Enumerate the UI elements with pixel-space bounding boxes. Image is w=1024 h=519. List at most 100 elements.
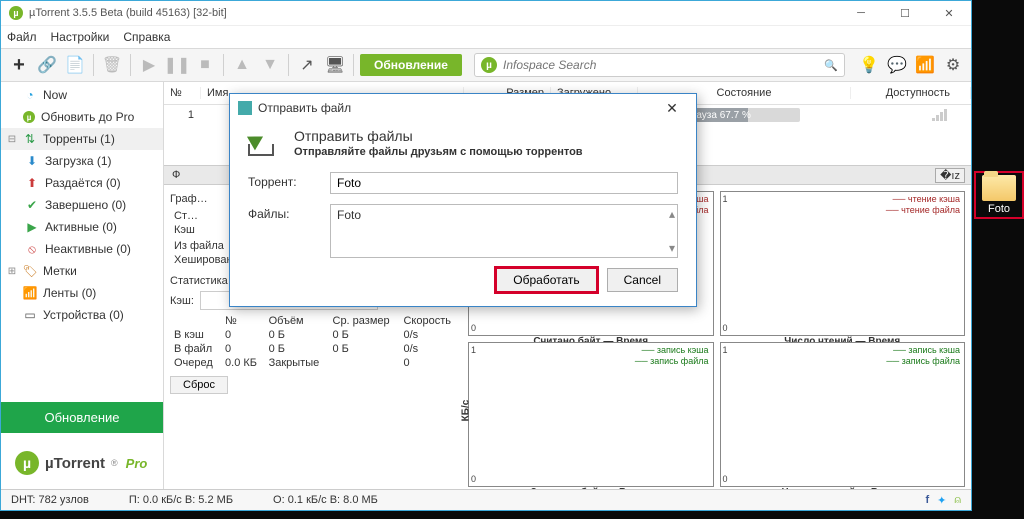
scroll-down-icon[interactable]: ▾ (669, 241, 675, 255)
chat-icon: 💬 (887, 55, 907, 75)
reset-button[interactable]: Сброс (170, 376, 228, 394)
android-icon[interactable]: ⍝ (954, 494, 961, 507)
sidebar-item-upgrade[interactable]: µОбновить до Pro (1, 106, 163, 128)
dialog-heading: Отправить файлы (294, 128, 583, 144)
sidebar-item-now[interactable]: ◔Now (1, 84, 163, 106)
torrent-label: Торрент: (248, 172, 330, 189)
status-upload: О: 0.1 кБ/с В: 8.0 МБ (273, 494, 378, 506)
new-torrent-button[interactable]: 📄 (63, 53, 87, 77)
trash-icon: 🗑 (102, 55, 122, 75)
remove-button[interactable]: 🗑 (100, 53, 124, 77)
dialog-app-icon (238, 101, 252, 115)
tag-icon: 🏷 (23, 264, 37, 278)
tab-dropdown-button[interactable]: �ız (935, 168, 965, 183)
status-dht: DHT: 782 узлов (11, 494, 89, 506)
chart-write-count: 10 ── запись кэша── запись файла Число з… (720, 342, 966, 487)
sidebar-item-feeds[interactable]: 📶Ленты (0) (1, 282, 163, 304)
device-icon: ▭ (23, 308, 37, 322)
pro-icon: µ (23, 111, 35, 123)
start-button[interactable]: ▶ (137, 53, 161, 77)
status-bar: DHT: 782 узлов П: 0.0 кБ/с В: 5.2 МБ О: … (1, 489, 971, 510)
col-num[interactable]: № (164, 87, 201, 99)
sidebar: ◔Now µОбновить до Pro ⊟⇅Торренты (1) ⬇За… (1, 82, 164, 493)
search-input[interactable] (497, 58, 824, 72)
app-window: µ µTorrent 3.5.5 Beta (build 45163) [32-… (0, 0, 972, 511)
download-icon: ⬇ (25, 154, 39, 168)
signal-icon: 📶 (915, 55, 935, 75)
titlebar: µ µTorrent 3.5.5 Beta (build 45163) [32-… (1, 1, 971, 26)
app-icon: µ (9, 6, 23, 20)
search-provider-icon: µ (481, 57, 497, 73)
menubar: Файл Настройки Справка (1, 26, 971, 48)
status-download: П: 0.0 кБ/с В: 5.2 МБ (129, 494, 233, 506)
pause-button[interactable]: ❚❚ (165, 53, 189, 77)
share-file-icon (248, 128, 282, 156)
lightbulb-icon: 💡 (859, 55, 879, 75)
remote-access-button[interactable]: 📶 (913, 53, 937, 77)
folder-label: Foto (978, 203, 1020, 215)
close-button[interactable]: ✕ (927, 1, 971, 25)
process-button[interactable]: Обработать (496, 268, 596, 292)
sidebar-item-inactive[interactable]: ⦸Неактивные (0) (1, 238, 163, 260)
stop-button[interactable]: ■ (193, 53, 217, 77)
chat-button[interactable]: 💬 (885, 53, 909, 77)
files-list-field[interactable]: Foto▴▾ (330, 204, 678, 258)
stop-icon: ⦸ (25, 242, 39, 257)
sidebar-item-completed[interactable]: ✔Завершено (0) (1, 194, 163, 216)
transfer-icon: ⇅ (23, 132, 37, 146)
add-torrent-button[interactable]: + (7, 53, 31, 77)
folder-icon (982, 175, 1016, 201)
col-availability[interactable]: Доступность (851, 87, 971, 99)
sidebar-update-button[interactable]: Обновление (1, 402, 163, 433)
utorrent-logo-icon: µ (15, 451, 39, 475)
brand-logo: µ µTorrent® Pro (1, 433, 163, 493)
search-icon[interactable]: 🔍 (824, 59, 838, 72)
facebook-icon[interactable]: f (926, 494, 930, 506)
share-icon: ↗ (300, 55, 313, 75)
send-file-dialog: Отправить файл ✕ Отправить файлы Отправл… (229, 93, 697, 307)
clock-icon: ◔ (23, 88, 37, 102)
sidebar-item-downloading[interactable]: ⬇Загрузка (1) (1, 150, 163, 172)
play-icon: ▶ (25, 220, 39, 234)
maximize-button[interactable]: ☐ (883, 1, 927, 25)
chart-write-bytes: 10 ── запись кэша── запись файла КБ/сЗап… (468, 342, 714, 487)
menu-help[interactable]: Справка (123, 30, 170, 44)
menu-file[interactable]: Файл (7, 30, 37, 44)
window-title: µTorrent 3.5.5 Beta (build 45163) [32-bi… (29, 7, 227, 19)
twitter-icon[interactable]: ✦ (937, 494, 946, 507)
toolbar: + 🔗 📄 🗑 ▶ ❚❚ ■ ▲ ▼ ↗ 🖥 Обновление µ 🔍 💡 … (1, 48, 971, 82)
availability-bars (932, 109, 947, 121)
sidebar-item-seeding[interactable]: ⬆Раздаётся (0) (1, 172, 163, 194)
row-num: 1 (164, 109, 200, 121)
minimize-button[interactable]: ─ (839, 1, 883, 25)
dialog-close-button[interactable]: ✕ (656, 96, 688, 120)
sidebar-item-active[interactable]: ▶Активные (0) (1, 216, 163, 238)
dialog-subheading: Отправляйте файлы друзьям с помощью торр… (294, 146, 583, 158)
preferences-button[interactable]: ⚙ (941, 53, 965, 77)
monitor-icon: 🖥 (325, 55, 345, 75)
torrent-name-field[interactable] (330, 172, 678, 194)
check-icon: ✔ (25, 198, 39, 212)
chart-read-count: 10 ── чтение кэша── чтение файла Число ч… (720, 191, 966, 336)
update-button[interactable]: Обновление (360, 54, 462, 76)
files-label: Файлы: (248, 204, 330, 221)
menu-settings[interactable]: Настройки (51, 30, 110, 44)
upload-icon: ⬆ (25, 176, 39, 190)
move-up-button[interactable]: ▲ (230, 53, 254, 77)
dialog-title: Отправить файл (258, 101, 351, 115)
remote-button[interactable]: 🖥 (323, 53, 347, 77)
bundles-button[interactable]: 💡 (857, 53, 881, 77)
scroll-up-icon[interactable]: ▴ (669, 207, 675, 221)
detail-tab-files[interactable]: Ф (172, 169, 180, 181)
desktop-folder-foto[interactable]: Foto (976, 173, 1022, 217)
share-button[interactable]: ↗ (295, 53, 319, 77)
search-box[interactable]: µ 🔍 (474, 53, 845, 77)
move-down-button[interactable]: ▼ (258, 53, 282, 77)
cancel-button[interactable]: Cancel (607, 268, 678, 292)
rss-icon: 📶 (23, 286, 37, 300)
sidebar-item-labels[interactable]: ⊞🏷Метки (1, 260, 163, 282)
add-url-button[interactable]: 🔗 (35, 53, 59, 77)
sidebar-item-torrents[interactable]: ⊟⇅Торренты (1) (1, 128, 163, 150)
link-icon: 🔗 (37, 55, 57, 75)
sidebar-item-devices[interactable]: ▭Устройства (0) (1, 304, 163, 326)
